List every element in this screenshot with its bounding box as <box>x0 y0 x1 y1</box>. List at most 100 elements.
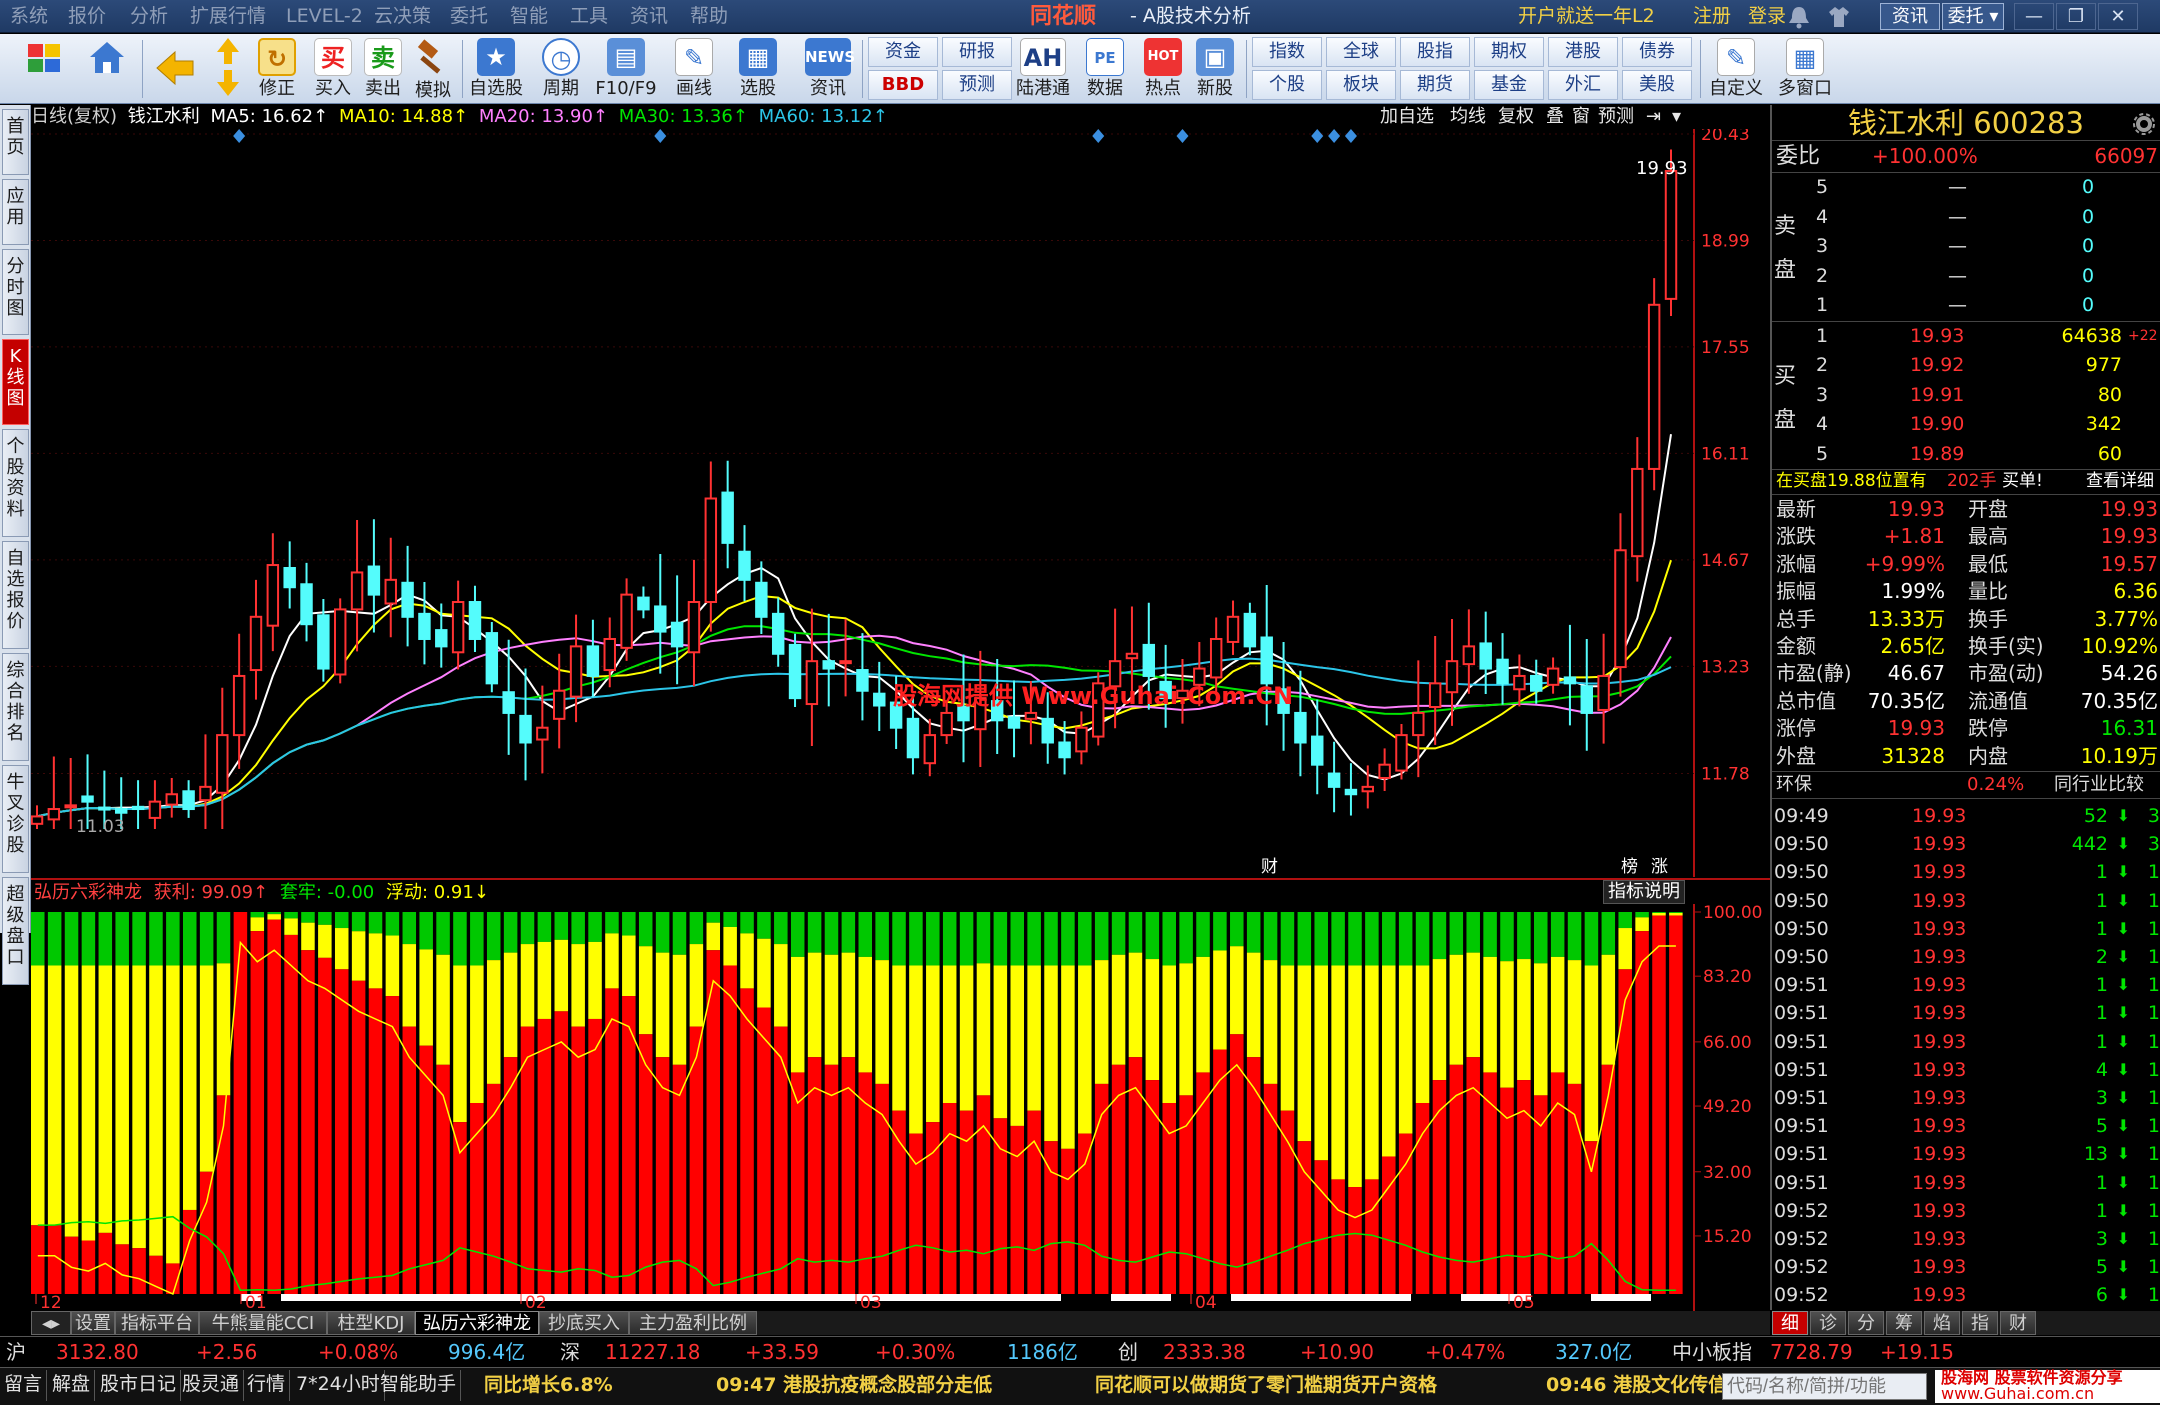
close-button[interactable]: ✕ <box>2098 3 2138 30</box>
buy-button[interactable]: 买 买入 <box>308 36 358 102</box>
menu-tools[interactable]: 工具 <box>570 0 608 33</box>
window-button[interactable]: 窗 <box>1572 105 1590 129</box>
hot-button[interactable]: HOT 热点 <box>1138 36 1188 102</box>
indicator-name[interactable]: 弘历六彩神龙 <box>34 882 142 903</box>
back-button[interactable] <box>150 36 200 102</box>
btn-assistant[interactable]: 智能助手 <box>376 1370 462 1401</box>
btn-commentary[interactable]: 解盘 <box>48 1370 96 1401</box>
sz-name[interactable]: 深 <box>560 1337 580 1367</box>
hk-connect-button[interactable]: AH 陆港通 <box>1014 36 1072 102</box>
btn-index-futures[interactable]: 股指 <box>1400 37 1470 67</box>
buy-order-row[interactable]: 2 19.92 977 <box>1772 351 2160 380</box>
quote-tab[interactable]: 指 <box>1962 1311 1998 1335</box>
add-watch-button[interactable]: 加自选 <box>1380 105 1434 129</box>
quote-tab[interactable]: 筹 <box>1886 1311 1922 1335</box>
period-text[interactable]: 日线(复权) <box>31 106 117 127</box>
kline-chart[interactable]: 20.43 18.99 17.55 16.11 14.67 13.23 11.78 股海网提… <box>31 129 1770 877</box>
code-search-input[interactable] <box>1722 1373 1927 1400</box>
trade-dropdown[interactable]: 委托 ▾ <box>1942 3 2004 30</box>
f10-button[interactable]: ▤ F10/F9 <box>592 36 660 102</box>
nav-super-panel[interactable]: 超级盘口 <box>2 877 29 985</box>
buy-order-row[interactable]: 1 19.93 64638 +22 <box>1772 322 2160 351</box>
tab-bar-kdj[interactable]: 柱型KDJ <box>327 1311 415 1335</box>
nav-watchlist[interactable]: 自选报价 <box>2 541 29 649</box>
btn-index[interactable]: 指数 <box>1252 37 1322 67</box>
cy-name[interactable]: 创 <box>1118 1337 1138 1367</box>
btn-bbd[interactable]: BBD <box>868 70 938 100</box>
sell-button[interactable]: 卖 卖出 <box>358 36 408 102</box>
register-link[interactable]: 注册 <box>1693 0 1731 33</box>
restore-button[interactable]: ❐ <box>2056 3 2096 30</box>
menu-smart[interactable]: 智能 <box>510 0 548 33</box>
nav-timeshare[interactable]: 分时图 <box>2 249 29 335</box>
pin-icon[interactable]: ⇥ <box>1646 105 1661 129</box>
indicator-chart[interactable]: 100.00 83.20 66.00 49.20 32.00 15.20 12 01 02 03… <box>31 904 1770 1311</box>
btn-bonds[interactable]: 债券 <box>1622 37 1692 67</box>
btn-funds-market[interactable]: 基金 <box>1474 70 1544 100</box>
stock-picker-button[interactable]: ▦ 选股 <box>728 36 788 102</box>
nav-home[interactable]: 首页 <box>2 109 29 175</box>
news-item-2[interactable]: 09:47 港股抗疫概念股部分走低 <box>716 1368 992 1403</box>
btn-global[interactable]: 全球 <box>1326 37 1396 67</box>
sell-order-row[interactable]: 1 — 0 <box>1772 291 2160 320</box>
news-button[interactable]: 资讯 <box>1880 3 1940 30</box>
btn-message[interactable]: 留言 <box>0 1370 48 1401</box>
menu-news[interactable]: 资讯 <box>630 0 668 33</box>
menu-level2[interactable]: LEVEL-2 <box>286 0 363 33</box>
industry-compare-button[interactable]: 同行业比较 <box>2054 771 2144 798</box>
forecast-button[interactable]: 预测 <box>1598 105 1634 129</box>
adjust-button[interactable]: 复权 <box>1498 105 1534 129</box>
tab-bullbear-cci[interactable]: 牛熊量能CCI <box>199 1311 327 1335</box>
indicator-help-button[interactable]: 指标说明 <box>1603 880 1685 904</box>
minimize-button[interactable]: — <box>2014 3 2054 30</box>
btn-hk-stocks[interactable]: 港股 <box>1548 37 1618 67</box>
tab-nav-prev[interactable]: ◂▸ <box>31 1311 71 1335</box>
quote-tab[interactable]: 诊 <box>1810 1311 1846 1335</box>
tab-bottom-buy[interactable]: 抄底买入 <box>539 1311 629 1335</box>
nav-apps[interactable]: 应用 <box>2 179 29 245</box>
draw-line-button[interactable]: ✎ 画线 <box>664 36 724 102</box>
btn-futures[interactable]: 期货 <box>1400 70 1470 100</box>
nav-ranking[interactable]: 综合排名 <box>2 653 29 761</box>
correct-button[interactable]: ↻ 修正 <box>252 36 302 102</box>
quote-tab[interactable]: 财 <box>2000 1311 2036 1335</box>
btn-diary[interactable]: 股市日记 <box>96 1370 182 1401</box>
overlay-button[interactable]: 叠 <box>1546 105 1564 129</box>
tab-main-profit[interactable]: 主力盈利比例 <box>629 1311 757 1335</box>
quote-tab[interactable]: 细 <box>1772 1311 1808 1335</box>
watchlist-button[interactable]: ★ 自选股 <box>466 36 526 102</box>
menu-trade[interactable]: 委托 <box>450 0 488 33</box>
menu-cloud[interactable]: 云决策 <box>374 0 431 33</box>
sector-name[interactable]: 环保 <box>1776 771 1812 798</box>
tab-settings[interactable]: 设置 <box>71 1311 115 1335</box>
detail-link[interactable]: 查看详细 <box>2086 469 2154 494</box>
multi-window-button[interactable]: ▦ 多窗口 <box>1774 36 1836 102</box>
gear-icon[interactable] <box>2132 112 2156 136</box>
quote-grid-button[interactable] <box>20 36 70 102</box>
menu-quote[interactable]: 报价 <box>68 0 106 33</box>
news-item-3[interactable]: 同花顺可以做期货了零门槛期货开户资格 <box>1095 1368 1437 1403</box>
btn-options[interactable]: 期权 <box>1474 37 1544 67</box>
customize-button[interactable]: ✎ 自定义 <box>1706 36 1766 102</box>
sell-order-row[interactable]: 2 — 0 <box>1772 262 2160 291</box>
news-item-4[interactable]: 09:46 港股文化传信跌 <box>1546 1368 1746 1403</box>
ipo-button[interactable]: ▣ 新股 <box>1190 36 1240 102</box>
btn-us-stocks[interactable]: 美股 <box>1622 70 1692 100</box>
quote-tab[interactable]: 分 <box>1848 1311 1884 1335</box>
btn-24h[interactable]: 7*24小时 <box>292 1370 385 1401</box>
info-button[interactable]: NEWS 资讯 <box>800 36 856 102</box>
buy-order-row[interactable]: 4 19.90 342 <box>1772 410 2160 439</box>
sell-order-row[interactable]: 3 — 0 <box>1772 232 2160 261</box>
news-item-1[interactable]: 同比增长6.8% <box>484 1368 613 1403</box>
menu-help[interactable]: 帮助 <box>690 0 728 33</box>
nav-profile[interactable]: 个股资料 <box>2 429 29 537</box>
marker-up[interactable]: 涨 <box>1651 857 1668 877</box>
caret-down-icon[interactable]: ▾ <box>1672 105 1681 129</box>
zxb-name[interactable]: 中小板指 <box>1672 1337 1752 1367</box>
menu-analysis[interactable]: 分析 <box>130 0 168 33</box>
btn-forecast[interactable]: 预测 <box>942 70 1012 100</box>
btn-stock[interactable]: 个股 <box>1252 70 1322 100</box>
promo-link[interactable]: 开户就送一年L2 <box>1518 0 1655 33</box>
home-button[interactable] <box>82 36 132 102</box>
marker-finance[interactable]: 财 <box>1261 857 1278 877</box>
